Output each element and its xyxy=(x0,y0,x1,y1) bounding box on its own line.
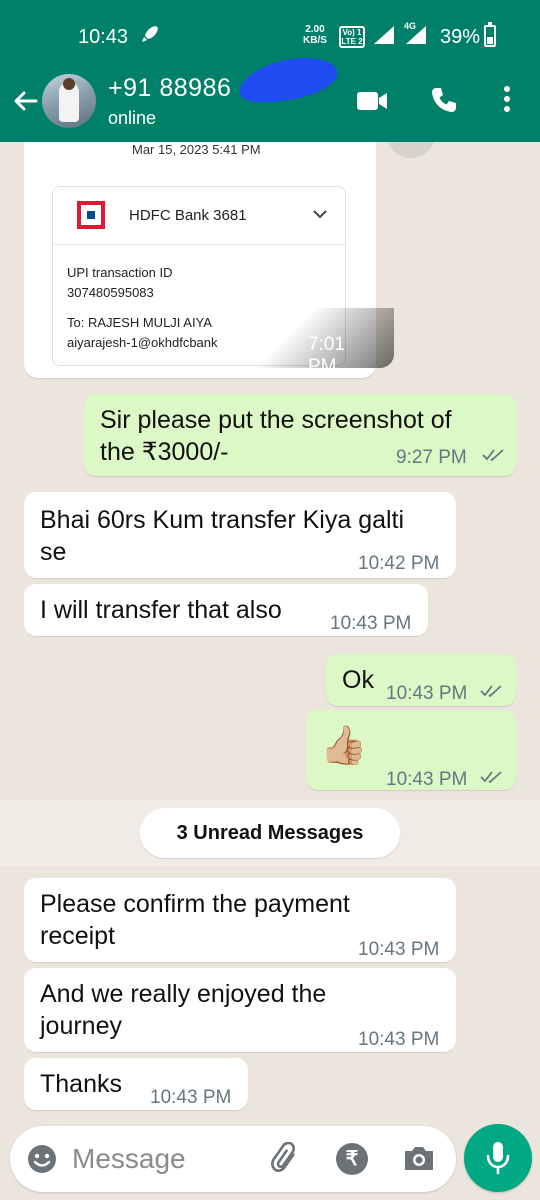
volte-bottom: LTE 2 xyxy=(341,37,363,46)
message-time: 10:43 PM xyxy=(358,939,440,960)
message-line: Sir please put the screenshot of xyxy=(100,406,452,434)
camera-icon[interactable] xyxy=(402,1144,436,1172)
menu-dot xyxy=(504,86,510,92)
voice-call-icon[interactable] xyxy=(430,86,458,114)
incoming-message[interactable]: Bhai 60rs Kum transfer Kiya galti se 10:… xyxy=(24,492,456,578)
volte-badge: Vo) 1 LTE 2 xyxy=(339,26,365,48)
message-composer: ₹ xyxy=(10,1126,456,1192)
incoming-message[interactable]: Please confirm the payment receipt 10:43… xyxy=(24,878,456,962)
message-time: 10:43 PM xyxy=(386,683,468,704)
hdfc-logo-icon xyxy=(77,201,105,229)
status-time: 10:43 xyxy=(78,26,129,48)
contact-name[interactable]: +91 88986 xyxy=(108,74,231,103)
message-line: receipt xyxy=(40,922,116,950)
volte-top: Vo) 1 xyxy=(342,28,362,37)
payee-name: To: RAJESH MULJI AIYA xyxy=(67,315,212,330)
net-speed-value: 2.00 xyxy=(305,24,325,35)
payment-date: Mar 15, 2023 5:41 PM xyxy=(132,142,261,157)
message-text: Please confirm the payment receipt xyxy=(40,888,350,952)
outgoing-message[interactable]: Ok 10:43 PM xyxy=(326,654,516,706)
upi-transaction-id: 307480595083 xyxy=(67,285,154,300)
voice-record-button[interactable] xyxy=(464,1124,532,1192)
message-line: journey xyxy=(40,1012,122,1040)
outgoing-message[interactable]: Sir please put the screenshot of the ₹30… xyxy=(84,394,516,476)
status-bar: 10:43 2.00 KB/S Vo) 1 LTE 2 4G 39% xyxy=(0,0,540,70)
chat-area[interactable]: Mar 15, 2023 5:41 PM HDFC Bank 3681 UPI … xyxy=(0,142,540,1120)
message-text: Ok xyxy=(342,666,374,694)
message-line: And we really enjoyed the xyxy=(40,980,327,1008)
back-arrow-icon[interactable] xyxy=(10,86,40,116)
incoming-message[interactable]: I will transfer that also 10:43 PM xyxy=(24,584,428,636)
incoming-message[interactable]: And we really enjoyed the journey 10:43 … xyxy=(24,968,456,1052)
message-text: I will transfer that also xyxy=(40,596,282,624)
rocket-icon xyxy=(140,24,160,50)
avatar-head xyxy=(63,78,75,90)
net-speed: 2.00 KB/S xyxy=(303,24,327,46)
bank-row[interactable]: HDFC Bank 3681 xyxy=(53,187,347,245)
menu-dot xyxy=(504,106,510,112)
contact-status: online xyxy=(108,108,157,128)
read-ticks-icon xyxy=(480,771,502,784)
message-time: 9:27 PM xyxy=(396,447,467,468)
net-speed-unit: KB/S xyxy=(303,35,327,46)
message-time: 10:43 PM xyxy=(358,1029,440,1050)
paperclip-icon[interactable] xyxy=(270,1142,302,1176)
more-options-icon[interactable] xyxy=(500,86,514,116)
message-text: And we really enjoyed the journey xyxy=(40,978,326,1042)
signal-icon-2 xyxy=(406,26,426,44)
incoming-message[interactable]: Thanks 10:43 PM xyxy=(24,1058,248,1110)
message-line: Please confirm the payment xyxy=(40,890,350,918)
read-ticks-icon xyxy=(482,449,504,462)
outgoing-message[interactable]: 👍🏼 10:43 PM xyxy=(306,710,516,790)
read-ticks-icon xyxy=(480,685,502,698)
message-time: 10:43 PM xyxy=(386,769,468,790)
message-line: se xyxy=(40,538,67,566)
microphone-icon xyxy=(486,1142,510,1175)
signal-icon xyxy=(374,26,394,44)
message-text: Bhai 60rs Kum transfer Kiya galti se xyxy=(40,504,404,568)
rupee-payment-icon[interactable]: ₹ xyxy=(336,1143,368,1175)
message-input[interactable] xyxy=(72,1138,272,1180)
upi-label: UPI transaction ID xyxy=(67,265,173,280)
scroll-down-button[interactable] xyxy=(388,142,434,158)
chat-header: +91 88986 online xyxy=(0,50,540,142)
video-call-icon[interactable] xyxy=(356,90,388,112)
message-time: 10:43 PM xyxy=(150,1087,232,1108)
message-line: Bhai 60rs Kum transfer Kiya galti xyxy=(40,506,405,534)
bank-name: HDFC Bank 3681 xyxy=(129,207,247,224)
message-time: 7:01 PM xyxy=(308,334,345,377)
unread-messages-banner: 3 Unread Messages xyxy=(140,808,400,858)
message-text: Thanks xyxy=(40,1070,122,1098)
emoji-icon[interactable] xyxy=(26,1143,58,1175)
battery-icon xyxy=(484,22,496,47)
message-time: 10:42 PM xyxy=(358,553,440,574)
chevron-down-icon[interactable] xyxy=(313,207,327,221)
avatar[interactable] xyxy=(42,74,96,128)
thumbs-up-emoji: 👍🏼 xyxy=(320,725,368,767)
payment-card[interactable]: Mar 15, 2023 5:41 PM HDFC Bank 3681 UPI … xyxy=(24,142,394,378)
message-time: 10:43 PM xyxy=(330,613,412,634)
payee-upi-handle: aiyarajesh-1@okhdfcbank xyxy=(67,335,218,350)
battery-percent: 39% xyxy=(440,26,481,48)
menu-dot xyxy=(504,96,510,102)
